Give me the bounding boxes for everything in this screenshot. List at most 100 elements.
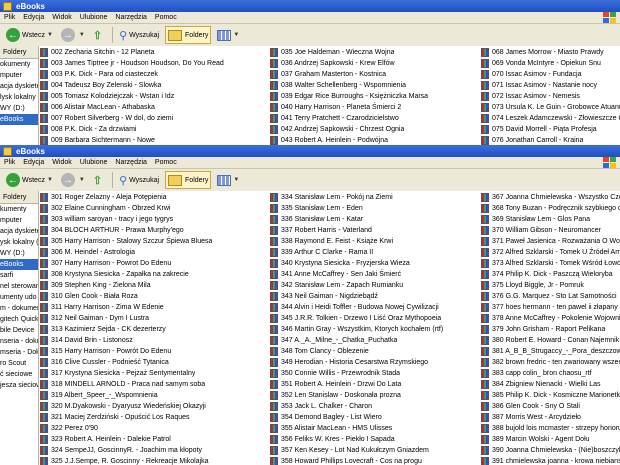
menu-favorites[interactable]: Ulubione — [80, 159, 108, 166]
file-item[interactable]: 340 Krystyna Siesicka - Fryzjerska Wieza — [270, 258, 478, 269]
file-item[interactable]: 355 Alistair MacLean - HMS Ulisses — [270, 423, 478, 434]
tree-item[interactable]: WY (D:) — [0, 103, 38, 114]
tree-item[interactable]: mseria - Dokume — [0, 347, 38, 358]
file-item[interactable]: 318 MINDELL ARNOLD - Praca nad samym sob… — [40, 379, 268, 390]
file-item[interactable]: 348 Tom Clancy - Oblezenie — [270, 346, 478, 357]
file-item[interactable]: 372 Alfred Szklarski - Tomek U Źródeł Am… — [481, 247, 620, 258]
file-item[interactable]: 380 Robert E. Howard - Conan Najemnik — [481, 335, 620, 346]
title-bar[interactable]: eBooks — [0, 0, 620, 12]
tree-item[interactable]: jesza sieciow — [0, 380, 38, 391]
tree-item[interactable]: kumenty — [0, 204, 38, 215]
views-button[interactable]: ▼ — [215, 171, 241, 189]
tree-item[interactable]: sarfi — [0, 270, 38, 281]
file-item[interactable]: 308 Krystyna Siesicka - Zapałka na zakre… — [40, 269, 268, 280]
file-item[interactable]: 369 Stanisław Lem - Glos Pana — [481, 214, 620, 225]
views-button[interactable]: ▼ — [215, 26, 241, 44]
file-item[interactable]: 075 David Morrell - Piąta Profesja — [481, 124, 620, 135]
tree-item[interactable]: lysk lokalny (C: — [0, 92, 38, 103]
file-item[interactable]: 388 bujold lois mcmaster - strzepy honor… — [481, 423, 620, 434]
tree-item[interactable]: okumenty — [0, 59, 38, 70]
file-item[interactable]: 377 hoes hermann - ten pawel ii złapany … — [481, 302, 620, 313]
file-item[interactable]: 322 Perez 0'90 — [40, 423, 268, 434]
menu-help[interactable]: Pomoc — [155, 159, 177, 166]
file-item[interactable]: 310 Glen Cook - Biała Roza — [40, 291, 268, 302]
file-item[interactable]: 303 william saroyan - tracy i jego tygry… — [40, 214, 268, 225]
menu-edit[interactable]: Edycja — [23, 14, 44, 21]
file-item[interactable]: 073 Ursula K. Le Guin - Grobowce Atuanu — [481, 102, 620, 113]
file-item[interactable]: 003 P.K. Dick - Para od ciasteczek — [40, 69, 268, 80]
tree-item[interactable]: mputer — [0, 70, 38, 81]
forward-button[interactable]: → ▼ — [59, 171, 87, 189]
file-item[interactable]: 345 J.R.R. Tolkien - Drzewo I Liść Oraz … — [270, 313, 478, 324]
tree-item[interactable]: gitech QuickC — [0, 314, 38, 325]
file-item[interactable]: 008 P.K. Dick - Za drzwiami — [40, 124, 268, 135]
file-item[interactable]: 346 Martin Gray - Wszystkim, Ktorych koc… — [270, 324, 478, 335]
file-item[interactable]: 042 Andrzej Sapkowski - Chrzest Ognia — [270, 124, 478, 135]
file-item[interactable]: 356 Feliks W. Kres - Piekło I Sapada — [270, 434, 478, 445]
file-item[interactable]: 040 Harry Harrison - Planeta Śmierci 2 — [270, 102, 478, 113]
file-item[interactable]: 335 Stanisław Lem - Eden — [270, 203, 478, 214]
file-item[interactable]: 305 Harry Harrison - Stalowy Szczur Śpie… — [40, 236, 268, 247]
file-item[interactable]: 312 Neil Gaiman - Dym I Lustra — [40, 313, 268, 324]
file-item[interactable]: 041 Terry Pratchett - Czarodzicielstwo — [270, 113, 478, 124]
back-button[interactable]: ← Wstecz ▼ — [4, 26, 55, 44]
tree-item[interactable]: ysk lokalny (C: — [0, 237, 38, 248]
file-item[interactable]: 338 Raymond E. Feist - Książe Krwi — [270, 236, 478, 247]
file-item[interactable]: 302 Elaine Cunningham - Obrzed Krwi — [40, 203, 268, 214]
file-item[interactable]: 324 SempeJJ, GoscinnyR. - Joachim ma kło… — [40, 445, 268, 456]
menu-tools[interactable]: Narzędzia — [115, 14, 147, 21]
file-item[interactable]: 323 Robert A. Heinlein - Dalekie Patrol — [40, 434, 268, 445]
file-item[interactable]: 339 Arthur C Clarke - Rama II — [270, 247, 478, 258]
file-item[interactable]: 374 Philip K. Dick - Paszczą Wieloryba — [481, 269, 620, 280]
file-item[interactable]: 378 Anne McCaffrey - Pokolenie Wojownikó… — [481, 313, 620, 324]
menu-view[interactable]: Widok — [52, 159, 71, 166]
tree-item[interactable]: ro Scout — [0, 358, 38, 369]
tree-item[interactable]: acja dyskietek — [0, 81, 38, 92]
file-item[interactable]: 341 Anne McCaffrey - Sen Jaki Śmierć — [270, 269, 478, 280]
folders-button[interactable]: Foldery — [165, 171, 212, 189]
file-item[interactable]: 003 James Tiptree jr - Houdson Houdson, … — [40, 58, 268, 69]
file-item[interactable]: 351 Robert A. Heinlein - Drzwi Do Lata — [270, 379, 478, 390]
file-item[interactable]: 386 Glen Cook - Sny O Stali — [481, 401, 620, 412]
file-item[interactable]: 342 Stanisław Lem - Zapach Rumianku — [270, 280, 478, 291]
file-item[interactable]: 069 Vonda McIntyre - Opiekun Snu — [481, 58, 620, 69]
file-item[interactable]: 390 Joanna Chmielewska - (Nie)boszczyk M… — [481, 445, 620, 456]
file-item[interactable]: 037 Graham Masterton - Kostnica — [270, 69, 478, 80]
menu-tools[interactable]: Narzędzia — [115, 159, 147, 166]
file-item[interactable]: 321 Maciej Zerdziński - Opuścić Los Raqu… — [40, 412, 268, 423]
file-item[interactable]: 068 James Morrow - Miasto Prawdy — [481, 47, 620, 58]
folders-button[interactable]: Foldery — [165, 26, 212, 44]
tree-item[interactable]: acja dyskietek — [0, 226, 38, 237]
tree-item[interactable]: m - dokumenl — [0, 303, 38, 314]
file-item[interactable]: 319 Albert_Speer_-_Wspomnienia — [40, 390, 268, 401]
file-item[interactable]: 375 Lloyd Biggle, Jr - Pomruk — [481, 280, 620, 291]
file-item[interactable]: 376 G.G. Marquez - Sto Lat Samotności — [481, 291, 620, 302]
file-item[interactable]: 307 Harry Harrison - Powrot Do Edenu — [40, 258, 268, 269]
tree-item[interactable]: nseria - dokum — [0, 336, 38, 347]
tree-item[interactable]: ć sieciowe — [0, 369, 38, 380]
file-item[interactable]: 336 Stanisław Lem - Katar — [270, 214, 478, 225]
file-item[interactable]: 343 Neil Gaiman - Nigdziebądź — [270, 291, 478, 302]
file-item[interactable]: 006 Alistair MacLean - Athabaska — [40, 102, 268, 113]
file-item[interactable]: 373 Alfred Szklarski - Tomek Wśród Łowcó… — [481, 258, 620, 269]
back-button[interactable]: ← Wstecz ▼ — [4, 171, 55, 189]
menu-file[interactable]: Plik — [4, 159, 15, 166]
file-item[interactable]: 306 M. Heindel - Astrologia — [40, 247, 268, 258]
file-item[interactable]: 316 Clive Cussler - Podnieść Tytanica — [40, 357, 268, 368]
file-item[interactable]: 325 J.J.Sempe, R. Goscinny - Rekreacje M… — [40, 456, 268, 465]
file-item[interactable]: 036 Andrzej Sapkowski - Krew Elfów — [270, 58, 478, 69]
menu-favorites[interactable]: Ulubione — [80, 14, 108, 21]
up-folder-button[interactable]: ⇧ — [91, 26, 104, 44]
file-item[interactable]: 391 chmielewska joanna - krowa niebiansk… — [481, 456, 620, 465]
file-item[interactable]: 039 Edgar Rice Burroughs - Księżniczka M… — [270, 91, 478, 102]
file-item[interactable]: 371 Paweł Jasienica - Rozważania O Wojni… — [481, 236, 620, 247]
tree-item[interactable]: bile Device — [0, 325, 38, 336]
file-item[interactable]: 350 Connie Willis - Przewrodnik Stada — [270, 368, 478, 379]
file-item[interactable]: 370 William Gibson - Neuromancer — [481, 225, 620, 236]
menu-file[interactable]: Plik — [4, 14, 15, 21]
file-item[interactable]: 354 Demond Bagley - List Wiero — [270, 412, 478, 423]
file-item[interactable]: 389 Marcin Wolski - Agent Dołu — [481, 434, 620, 445]
file-item[interactable]: 344 Alvin i Heidi Toffler - Budowa Nowej… — [270, 302, 478, 313]
search-button[interactable]: ⚲ Wyszukaj — [117, 171, 161, 189]
file-item[interactable]: 314 David Brin - Listonosz — [40, 335, 268, 346]
